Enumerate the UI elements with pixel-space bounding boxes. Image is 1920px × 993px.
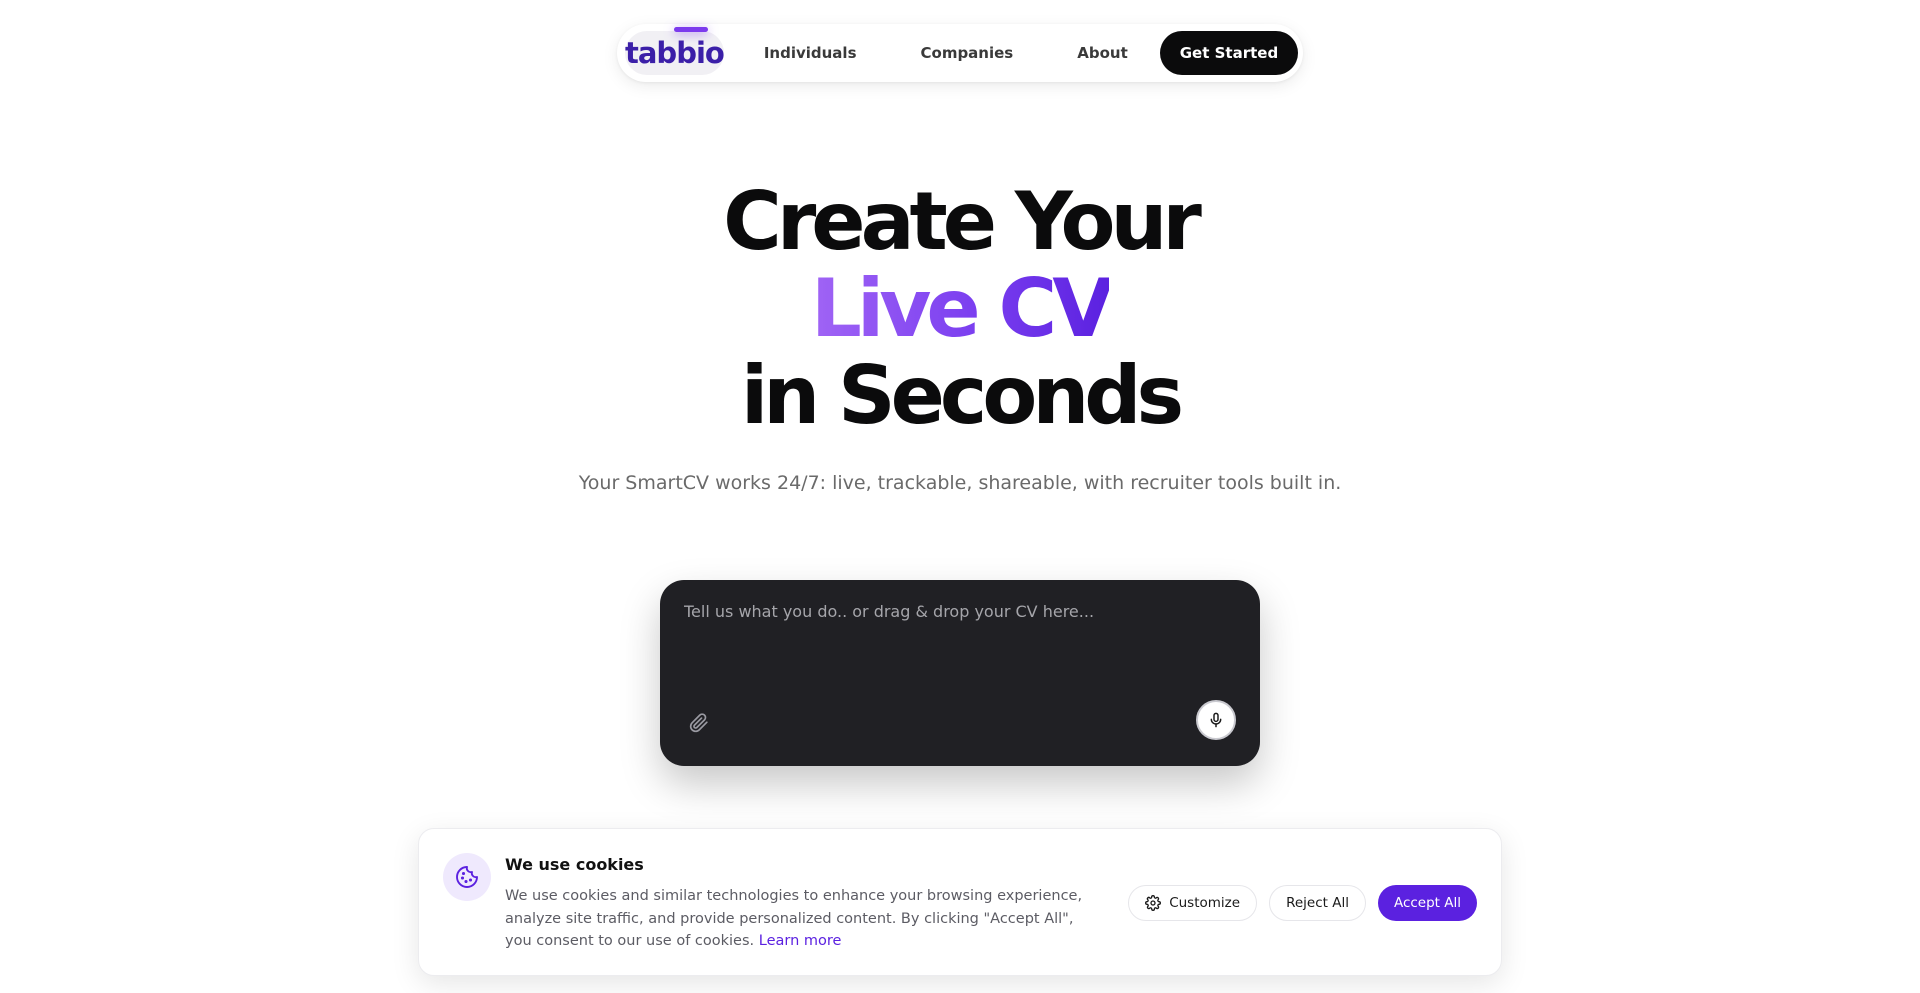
customize-button[interactable]: Customize: [1128, 885, 1258, 921]
cookie-description: We use cookies and similar technologies …: [505, 885, 1095, 953]
hero-title-line-3: in Seconds: [740, 349, 1184, 442]
hero-title-highlight: Live CV: [810, 262, 1114, 355]
voice-input-button[interactable]: [1196, 700, 1236, 740]
microphone-icon: [1210, 712, 1222, 728]
gear-icon: [1145, 895, 1162, 911]
cookie-actions: Customize Reject All Accept All: [1128, 885, 1477, 921]
cookie-title: We use cookies: [505, 855, 644, 874]
nav-link-companies[interactable]: Companies: [889, 44, 1046, 62]
attach-file-button[interactable]: [688, 712, 710, 734]
learn-more-link[interactable]: Learn more: [759, 933, 842, 949]
cookie-icon: [443, 853, 491, 901]
reject-all-button[interactable]: Reject All: [1269, 885, 1366, 921]
cv-prompt-input[interactable]: [684, 602, 1234, 682]
get-started-button[interactable]: Get Started: [1159, 31, 1299, 75]
customize-label: Customize: [1169, 895, 1241, 911]
cookie-banner: We use cookies We use cookies and simila…: [418, 828, 1502, 976]
accept-all-button[interactable]: Accept All: [1377, 885, 1477, 921]
active-indicator: [674, 27, 708, 32]
nav-link-about[interactable]: About: [1045, 44, 1160, 62]
logo-link[interactable]: tabbio: [625, 27, 725, 75]
top-nav: tabbio Individuals Companies About Get S…: [617, 24, 1303, 82]
hero-title: Create Your Live CV in Seconds: [0, 178, 1920, 439]
nav-link-individuals[interactable]: Individuals: [734, 44, 889, 62]
hero-title-line-1: Create Your: [723, 175, 1202, 268]
paperclip-icon: [689, 713, 708, 733]
logo: tabbio: [625, 36, 725, 70]
nav-links: Individuals Companies About: [734, 44, 1160, 62]
cv-prompt-box: [660, 580, 1260, 766]
hero-subtitle: Your SmartCV works 24/7: live, trackable…: [578, 472, 1342, 494]
